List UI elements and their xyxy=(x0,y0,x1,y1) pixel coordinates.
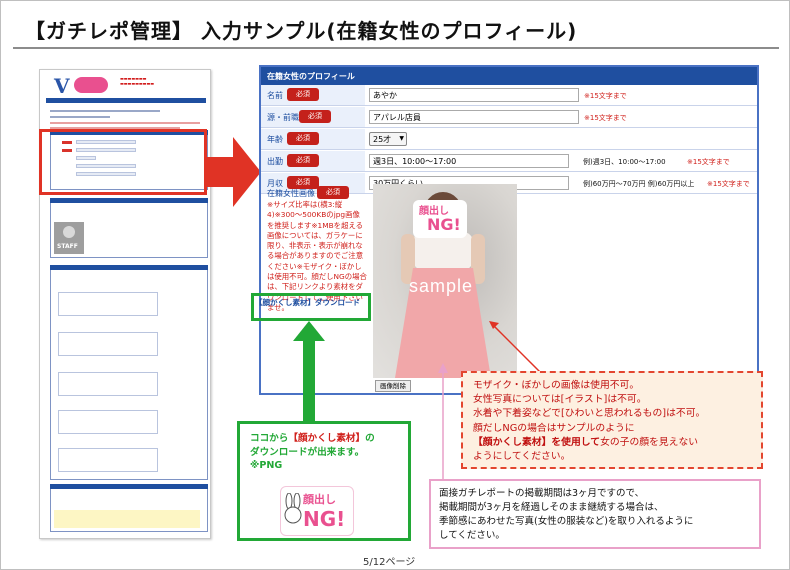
slide: 【ガチレポ管理】 入力サンプル(在籍女性のプロフィール) V ▬▬▬▬▬▬▬ ▬▬… xyxy=(0,0,790,570)
page-number: 5/12ページ xyxy=(363,557,416,568)
posting-period-callout: 面接ガチレポートの掲載期間は3ヶ月ですので、 掲載期間が3ヶ月を経過しそのまま継… xyxy=(429,479,761,549)
face-hide-badge: 顔出し NG! xyxy=(280,486,354,536)
download-callout: ココから【顔かくし素材】の ダウンロードが出来ます。 ※PNG 顔出し NG! xyxy=(237,421,411,541)
rabbit-icon xyxy=(284,493,302,524)
photo-rules-callout: モザイク・ぼかしの画像は使用不可。 女性写真については[イラスト]は不可。 水着… xyxy=(461,371,763,469)
